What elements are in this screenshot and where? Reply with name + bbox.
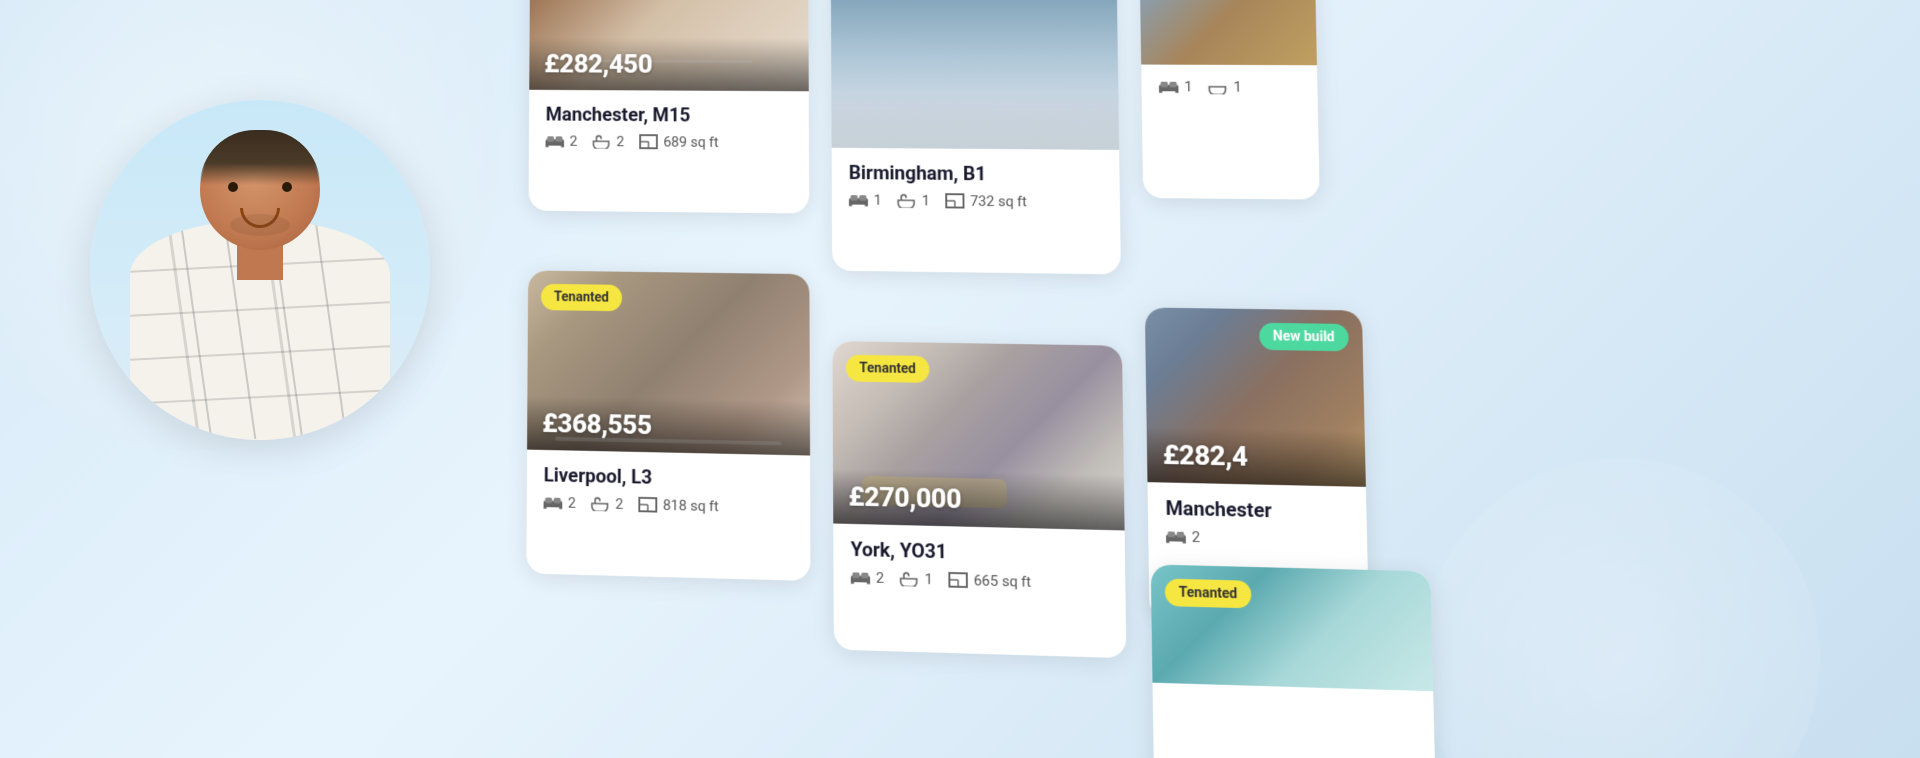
sqft-birmingham: 732 sq ft: [945, 192, 1027, 210]
bed-icon-y: [851, 569, 870, 585]
price-manchester-bottom: £282,4: [1163, 439, 1248, 473]
beds-birmingham: 1: [849, 191, 882, 208]
card-info-birmingham: Birmingham, B1 1 1: [832, 148, 1121, 227]
price-york: £270,000: [848, 480, 961, 514]
sqft-york: 665 sq ft: [948, 571, 1031, 591]
property-card-extra[interactable]: Tenanted: [1151, 564, 1438, 758]
bed-icon-l: [544, 495, 563, 511]
beds-manchester-top: 2: [546, 133, 578, 150]
price-liverpool: £368,555: [542, 407, 652, 441]
property-card-liverpool[interactable]: Tenanted £368,555 Liverpool, L3: [526, 270, 810, 580]
badge-york: Tenanted: [846, 355, 930, 383]
card-image-extra: Tenanted: [1151, 564, 1433, 691]
sqft-liverpool: 818 sq ft: [638, 496, 719, 515]
card-image-manchester-bottom: New build £282,4: [1145, 307, 1366, 486]
baths-york: 1: [899, 570, 932, 588]
bath-icon-l: [591, 496, 610, 512]
card-image-york: Tenanted £270,000: [832, 341, 1124, 530]
card-info-partial-top: 1 1: [1141, 65, 1318, 112]
card-info-york: York, YO31 2 1: [833, 523, 1125, 608]
bed-icon: [546, 133, 565, 148]
bath-icon-pt: [1208, 79, 1228, 94]
bed-icon-b: [849, 192, 868, 207]
card-info-liverpool: Liverpool, L3 2 2: [527, 450, 811, 533]
floorplan-icon-y: [948, 572, 968, 588]
main-scene: £282,450 Manchester, M15 2 2: [0, 0, 1920, 758]
details-manchester-top: 2 2 689 sq ft: [546, 133, 792, 152]
details-partial-top: 1 1: [1159, 78, 1300, 96]
price-overlay-york: £270,000: [833, 469, 1125, 531]
sqft-manchester-top: 689 sq ft: [639, 133, 719, 150]
location-york: York, YO31: [851, 537, 1108, 567]
card-info-manchester-bottom: Manchester 2: [1147, 482, 1367, 566]
cards-area: £282,450 Manchester, M15 2 2: [470, 0, 1920, 758]
location-manchester-top: Manchester, M15: [546, 103, 792, 127]
sqft-text-york: 665 sq ft: [973, 572, 1031, 591]
sqft-text-manchester-top: 689 sq ft: [663, 133, 718, 150]
details-york: 2 1 665 sq ft: [851, 568, 1108, 592]
card-image-partial-top: [1139, 0, 1317, 65]
card-image-birmingham: [831, 0, 1119, 150]
badge-liverpool: Tenanted: [541, 284, 622, 312]
property-card-manchester-top[interactable]: £282,450 Manchester, M15 2 2: [529, 0, 810, 214]
location-manchester-bottom: Manchester: [1165, 496, 1348, 524]
floorplan-icon-b: [945, 193, 964, 208]
card-info-manchester-top: Manchester, M15 2 2: [529, 90, 809, 167]
badge-extra: Tenanted: [1165, 579, 1252, 609]
bath-icon-y: [899, 571, 918, 587]
sqft-text-birmingham: 732 sq ft: [970, 192, 1027, 210]
beds-manchester-bottom: 2: [1166, 528, 1200, 546]
sqft-text-liverpool: 818 sq ft: [663, 496, 719, 515]
price-overlay-liverpool: £368,555: [527, 396, 810, 456]
property-card-partial-top[interactable]: 1 1: [1139, 0, 1320, 200]
card-image-manchester-top: £282,450: [529, 0, 808, 91]
beds-liverpool: 2: [544, 494, 576, 512]
baths-birmingham: 1: [897, 192, 930, 209]
baths-manchester-top: 2: [592, 133, 624, 150]
baths-partial-top: 1: [1208, 78, 1242, 95]
price-manchester-top: £282,450: [544, 48, 652, 79]
card-image-liverpool: Tenanted £368,555: [527, 270, 810, 455]
property-card-birmingham[interactable]: Birmingham, B1 1 1: [831, 0, 1121, 274]
cards-inner: £282,450 Manchester, M15 2 2: [525, 0, 1439, 758]
price-overlay-manchester-bottom: £282,4: [1147, 427, 1366, 487]
cards-row-1: £282,450 Manchester, M15 2 2: [528, 0, 1423, 298]
location-birmingham: Birmingham, B1: [849, 161, 1102, 186]
bed-icon-mb: [1166, 529, 1186, 545]
beds-partial-top: 1: [1159, 78, 1193, 95]
details-liverpool: 2 2 818 sq ft: [544, 494, 794, 517]
bed-icon-pt: [1159, 79, 1179, 94]
price-overlay-manchester-top: £282,450: [529, 37, 808, 91]
bath-icon-b: [897, 193, 916, 208]
person-head: [200, 130, 320, 250]
bath-icon: [592, 134, 611, 149]
beds-york: 2: [851, 568, 884, 586]
details-manchester-bottom: 2: [1166, 528, 1349, 550]
floorplan-icon-l: [638, 497, 657, 513]
details-birmingham: 1 1 732 sq ft: [849, 191, 1103, 211]
person-neck: [237, 245, 283, 280]
badge-new-build: New build: [1259, 323, 1349, 352]
floorplan-icon: [639, 134, 658, 149]
person-silhouette: [90, 100, 430, 440]
baths-liverpool: 2: [591, 495, 623, 513]
property-card-york[interactable]: Tenanted £270,000 York, YO31: [832, 341, 1126, 658]
location-liverpool: Liverpool, L3: [544, 463, 793, 491]
avatar-container: [90, 100, 430, 440]
